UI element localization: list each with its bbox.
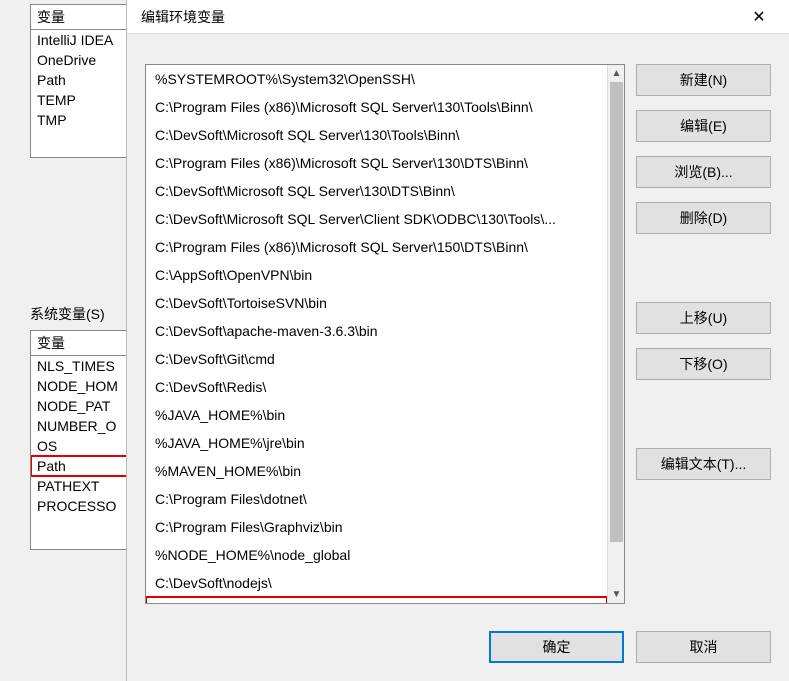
move-up-button[interactable]: 上移(U) (636, 302, 771, 334)
path-entry-item[interactable]: %SYSTEMROOT%\System32\OpenSSH\ (146, 65, 607, 93)
list-item[interactable]: TEMP (31, 90, 139, 110)
path-entry-item[interactable]: C:\AppSoft\OpenVPN\bin (146, 261, 607, 289)
edit-text-button[interactable]: 编辑文本(T)... (636, 448, 771, 480)
close-button[interactable]: ✕ (739, 3, 779, 31)
cancel-button[interactable]: 取消 (636, 631, 771, 663)
edit-env-var-dialog: 编辑环境变量 ✕ %SYSTEMROOT%\System32\OpenSSH\C… (126, 0, 789, 681)
path-entry-item[interactable]: C:\DevSoft\Microsoft SQL Server\Client S… (146, 205, 607, 233)
path-entry-item[interactable]: C:\DevSoft\nodejs\ (146, 569, 607, 597)
list-item[interactable]: NODE_HOM (31, 376, 139, 396)
path-entry-item[interactable]: C:\DevSoft\TortoiseSVN\bin (146, 289, 607, 317)
move-down-button[interactable]: 下移(O) (636, 348, 771, 380)
scroll-up-icon[interactable]: ▲ (608, 65, 625, 82)
list-item[interactable]: IntelliJ IDEA (31, 30, 139, 50)
path-entry-item[interactable]: C:\Program Files\Graphviz\bin (146, 513, 607, 541)
list-item[interactable]: Path (31, 456, 139, 476)
path-entry-item[interactable]: C:\DevSoft\Microsoft SQL Server\130\Tool… (146, 121, 607, 149)
path-entry-item[interactable]: C:\Program Files\dotnet\ (146, 485, 607, 513)
list-item[interactable]: NODE_PAT (31, 396, 139, 416)
list-item[interactable]: OS (31, 436, 139, 456)
list-item[interactable]: NUMBER_O (31, 416, 139, 436)
list-item[interactable]: NLS_TIMES (31, 356, 139, 376)
edit-button[interactable]: 编辑(E) (636, 110, 771, 142)
dialog-titlebar: 编辑环境变量 ✕ (127, 0, 789, 34)
ok-button[interactable]: 确定 (489, 631, 624, 663)
path-entry-item[interactable]: C:\Program Files (x86)\Microsoft SQL Ser… (146, 149, 607, 177)
path-entries-listbox[interactable]: %SYSTEMROOT%\System32\OpenSSH\C:\Program… (145, 64, 625, 604)
system-vars-label: 系统变量(S) (30, 304, 105, 324)
scroll-down-icon[interactable]: ▼ (608, 586, 625, 603)
user-vars-listbox[interactable]: 变量 IntelliJ IDEAOneDrivePathTEMPTMP (30, 4, 140, 158)
close-icon: ✕ (752, 7, 765, 27)
path-entry-item[interactable]: %MAVEN_HOME%\bin (146, 457, 607, 485)
path-entry-item[interactable]: %JAVA_HOME%\jre\bin (146, 429, 607, 457)
list-item[interactable]: PATHEXT (31, 476, 139, 496)
path-entry-item[interactable]: %JAVA_HOME%\bin (146, 401, 607, 429)
new-button[interactable]: 新建(N) (636, 64, 771, 96)
scroll-thumb[interactable] (610, 82, 623, 542)
list-item[interactable]: PROCESSO (31, 496, 139, 516)
scrollbar[interactable]: ▲ ▼ (607, 65, 624, 603)
path-entry-item[interactable]: C:\DevSoft\Microsoft SQL Server\130\DTS\… (146, 177, 607, 205)
system-vars-header: 变量 (31, 331, 139, 356)
path-entry-item[interactable]: %NODE_HOME%\node_global (146, 541, 607, 569)
user-vars-header: 变量 (31, 5, 139, 30)
path-entry-item[interactable]: C:\Program Files (x86)\Microsoft SQL Ser… (146, 233, 607, 261)
path-entry-item[interactable]: C:\DevSoft\apache-maven-3.6.3\bin (146, 317, 607, 345)
browse-button[interactable]: 浏览(B)... (636, 156, 771, 188)
path-entry-item[interactable]: C:\Program Files (x86)\Microsoft SQL Ser… (146, 93, 607, 121)
system-vars-listbox[interactable]: 变量 NLS_TIMESNODE_HOMNODE_PATNUMBER_OOSPa… (30, 330, 140, 550)
path-entry-item[interactable]: %MYSQL8_HOME%\bin (146, 597, 607, 603)
list-item[interactable]: OneDrive (31, 50, 139, 70)
delete-button[interactable]: 删除(D) (636, 202, 771, 234)
list-item[interactable]: TMP (31, 110, 139, 130)
list-item[interactable]: Path (31, 70, 139, 90)
dialog-title: 编辑环境变量 (141, 7, 225, 27)
path-entry-item[interactable]: C:\DevSoft\Redis\ (146, 373, 607, 401)
path-entry-item[interactable]: C:\DevSoft\Git\cmd (146, 345, 607, 373)
